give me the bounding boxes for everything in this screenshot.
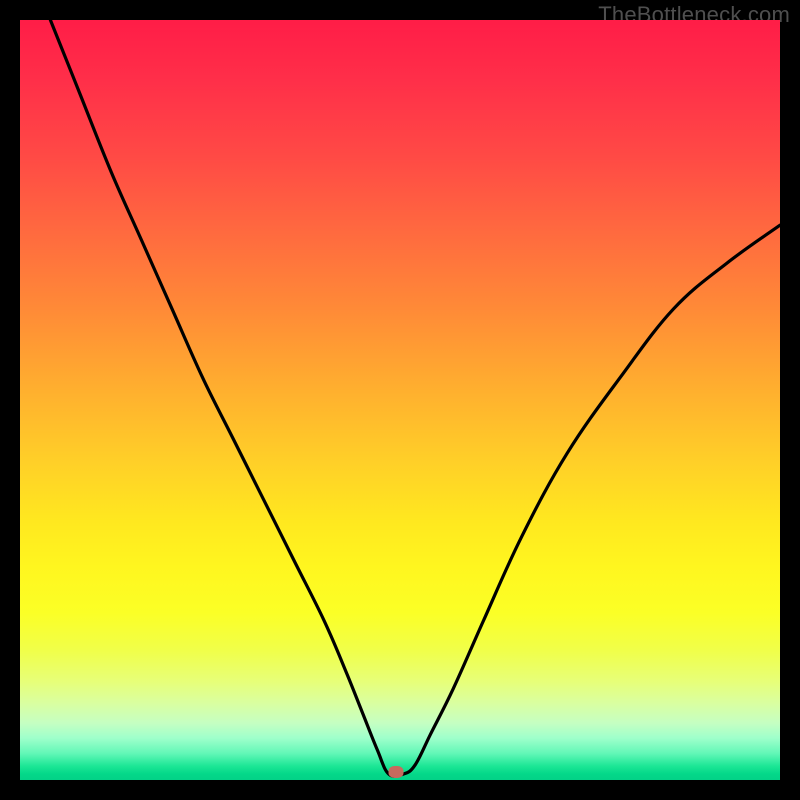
chart-stage: TheBottleneck.com	[0, 0, 800, 800]
bottleneck-curve	[20, 20, 780, 780]
plot-area	[20, 20, 780, 780]
optimal-point-marker	[389, 766, 404, 778]
